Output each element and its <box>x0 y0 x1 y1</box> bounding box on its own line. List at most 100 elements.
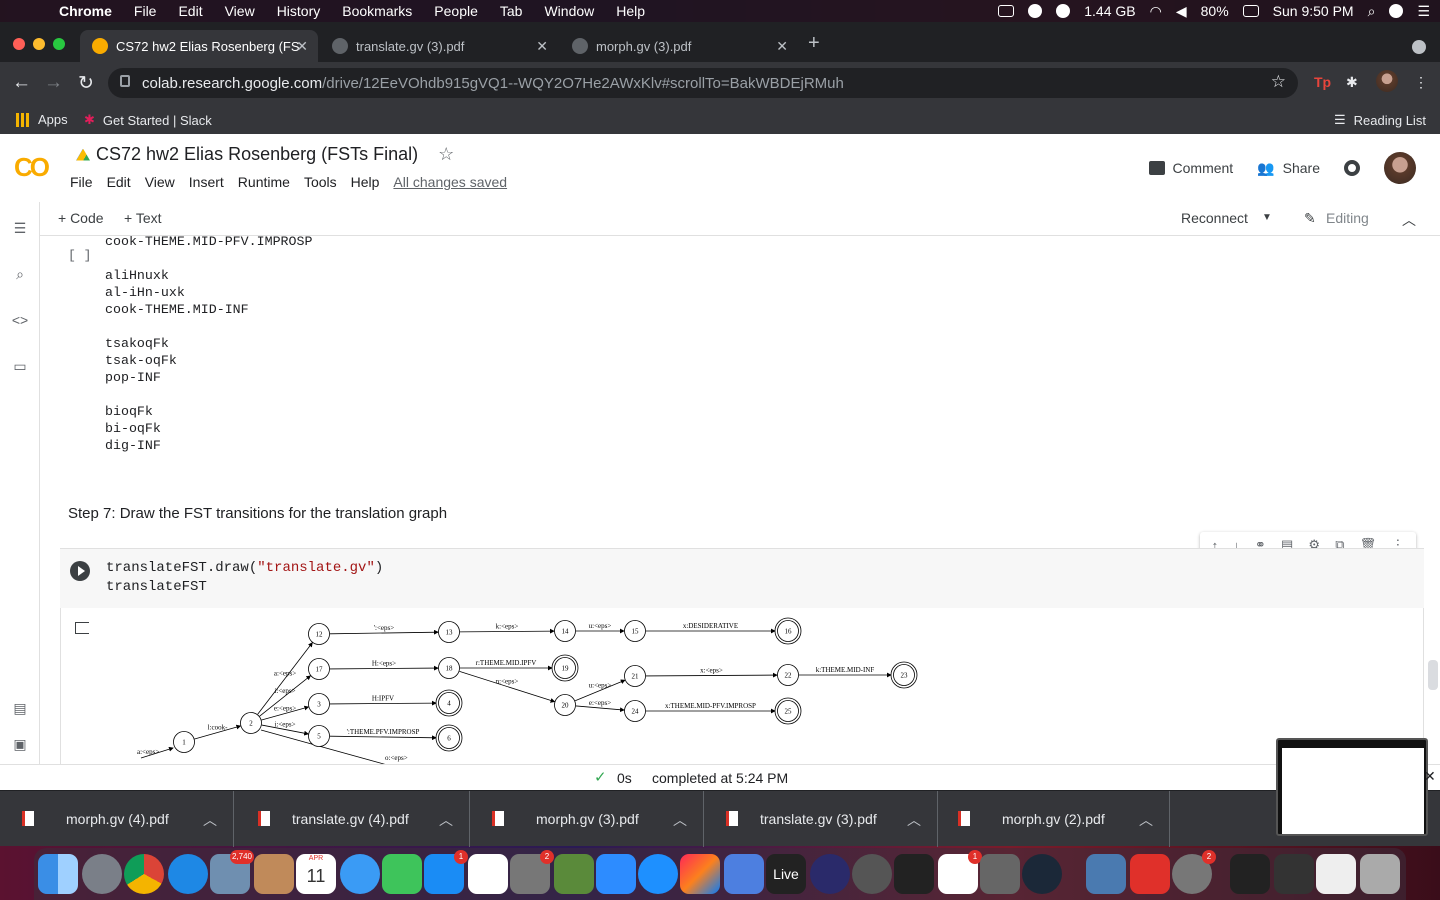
notification-center-icon[interactable]: ☰ <box>1417 3 1430 20</box>
output-actions-icon[interactable] <box>75 622 89 634</box>
bookmark-star-icon[interactable]: ☆ <box>1271 72 1286 92</box>
terminal-icon[interactable]: ▣ <box>11 736 29 752</box>
menu-file[interactable]: File <box>70 174 100 190</box>
download-item[interactable]: morph.gv (2).pdf ︿ <box>936 791 1170 847</box>
preview-icon[interactable] <box>1086 854 1126 894</box>
menu-people[interactable]: People <box>423 3 489 19</box>
download-item[interactable]: morph.gv (3).pdf ︿ <box>470 791 704 847</box>
extension-tp-icon[interactable]: Tp <box>1314 74 1331 90</box>
reload-icon[interactable]: ↻ <box>78 72 94 95</box>
chevron-up-icon[interactable]: ︿ <box>907 810 921 830</box>
code-cell[interactable]: translateFST.draw("translate.gv") transl… <box>60 548 1424 608</box>
screenshot-thumbnail[interactable] <box>1276 738 1428 836</box>
menu-bookmarks[interactable]: Bookmarks <box>331 3 423 19</box>
xcode-icon[interactable] <box>724 854 764 894</box>
documents-stack-icon[interactable] <box>1316 854 1356 894</box>
zoom-icon[interactable] <box>596 854 636 894</box>
battery-percent[interactable]: 80% <box>1201 3 1229 19</box>
profile-avatar[interactable] <box>1376 70 1398 92</box>
scrollbar-thumb[interactable] <box>1428 660 1438 690</box>
menu-tools[interactable]: Tools <box>304 174 344 190</box>
menu-help[interactable]: Help <box>351 174 387 190</box>
wifi-icon[interactable]: ◠ <box>1150 3 1162 20</box>
audacity-icon[interactable] <box>810 854 850 894</box>
intellij-icon[interactable] <box>680 854 720 894</box>
add-code-button[interactable]: + Code <box>58 210 104 226</box>
steam-icon[interactable] <box>1022 854 1062 894</box>
launchpad-icon[interactable] <box>82 854 122 894</box>
close-thumbnail-icon[interactable]: ✕ <box>1424 768 1436 785</box>
command-palette-icon[interactable]: ▤ <box>11 700 29 716</box>
minimize-window-button[interactable] <box>33 38 45 50</box>
code-snippets-icon[interactable]: <> <box>11 312 29 328</box>
downloads-stack-icon[interactable] <box>1230 854 1270 894</box>
close-window-button[interactable] <box>13 38 25 50</box>
runtime-dropdown-icon[interactable]: ▼ <box>1262 212 1272 223</box>
download-item[interactable]: translate.gv (4).pdf ︿ <box>236 791 470 847</box>
colab-logo[interactable]: CO <box>14 152 50 183</box>
bookmark-apps[interactable]: Apps <box>16 112 68 127</box>
siri-icon[interactable] <box>1389 4 1404 18</box>
back-arrow-icon[interactable]: ← <box>12 72 31 94</box>
clock[interactable]: Sun 9:50 PM <box>1273 3 1354 19</box>
trash-icon[interactable] <box>1360 854 1400 894</box>
close-tab-icon[interactable]: ✕ <box>296 38 308 55</box>
tab-colab[interactable]: CS72 hw2 Elias Rosenberg (FS ✕ <box>80 30 318 62</box>
chevron-up-icon[interactable]: ︿ <box>439 810 453 830</box>
contacts-icon[interactable] <box>254 854 294 894</box>
battery-icon[interactable] <box>1242 5 1259 17</box>
table-of-contents-icon[interactable]: ☰ <box>11 220 29 236</box>
chevron-up-icon[interactable]: ︿ <box>673 810 687 830</box>
close-tab-icon[interactable]: ✕ <box>536 38 548 55</box>
address-bar[interactable]: colab.research.google.com/drive/12EeVOhd… <box>108 68 1298 98</box>
cloud-icon[interactable] <box>1028 4 1043 18</box>
memory-readout[interactable]: 1.44 GB <box>1084 3 1135 19</box>
mail-icon[interactable]: 2,740 <box>210 850 254 894</box>
ableton-live-icon[interactable]: Live <box>766 854 806 894</box>
chrome-icon[interactable] <box>124 854 164 894</box>
menu-history[interactable]: History <box>266 3 332 19</box>
forward-arrow-icon[interactable]: → <box>44 72 63 94</box>
doc-title[interactable]: CS72 hw2 Elias Rosenberg (FSTs Final) <box>96 144 418 165</box>
menu-view[interactable]: View <box>214 3 266 19</box>
messages-icon[interactable] <box>340 854 380 894</box>
save-status-link[interactable]: All changes saved <box>393 174 514 190</box>
skype-icon[interactable] <box>638 854 678 894</box>
chrome-menu-icon[interactable]: ⋮ <box>1414 74 1428 91</box>
run-cell-button[interactable] <box>70 561 90 581</box>
instruments-icon[interactable] <box>980 854 1020 894</box>
app-store-icon[interactable]: 1 <box>424 850 468 894</box>
menu-runtime[interactable]: Runtime <box>238 174 297 190</box>
menu-window[interactable]: Window <box>533 3 605 19</box>
system-preferences-icon[interactable]: 2 <box>510 850 554 894</box>
download-item[interactable]: morph.gv (4).pdf ︿ <box>0 791 234 847</box>
code-editor[interactable]: translateFST.draw("translate.gv") transl… <box>106 559 383 597</box>
menu-view[interactable]: View <box>145 174 182 190</box>
chevron-up-icon[interactable]: ︿ <box>203 810 217 830</box>
share-button[interactable]: 👥 Share <box>1257 160 1320 177</box>
menu-help[interactable]: Help <box>605 3 656 19</box>
safari-icon[interactable] <box>168 854 208 894</box>
lock-icon[interactable] <box>120 75 130 87</box>
globe-icon[interactable] <box>1056 4 1071 18</box>
menu-file[interactable]: File <box>123 3 168 19</box>
menu-edit[interactable]: Edit <box>167 3 213 19</box>
star-icon[interactable]: ☆ <box>438 144 454 165</box>
calendar-icon[interactable]: APR 11 <box>296 854 336 894</box>
download-item[interactable]: translate.gv (3).pdf ︿ <box>704 791 938 847</box>
chevron-up-icon[interactable]: ︿ <box>1139 810 1153 830</box>
reading-list-button[interactable]: ☰ Reading List <box>1334 112 1426 128</box>
pdf-expert-icon[interactable] <box>1130 854 1170 894</box>
screen-record-icon[interactable] <box>998 5 1015 17</box>
collapse-header-icon[interactable]: ︿ <box>1402 210 1416 230</box>
applications-stack-icon[interactable] <box>1274 854 1314 894</box>
editing-mode-button[interactable]: Editing <box>1326 210 1369 226</box>
adobe-icon[interactable]: 2 <box>1172 850 1216 894</box>
menu-tab[interactable]: Tab <box>489 3 534 19</box>
zoom-window-button[interactable] <box>53 38 65 50</box>
volume-icon[interactable]: ◀ <box>1176 3 1187 20</box>
bookmark-slack[interactable]: ✱ Get Started | Slack <box>84 112 212 128</box>
settings-gear-icon[interactable] <box>1344 160 1360 176</box>
close-tab-icon[interactable]: ✕ <box>776 38 788 55</box>
folder-icon[interactable]: ▭ <box>11 358 29 374</box>
